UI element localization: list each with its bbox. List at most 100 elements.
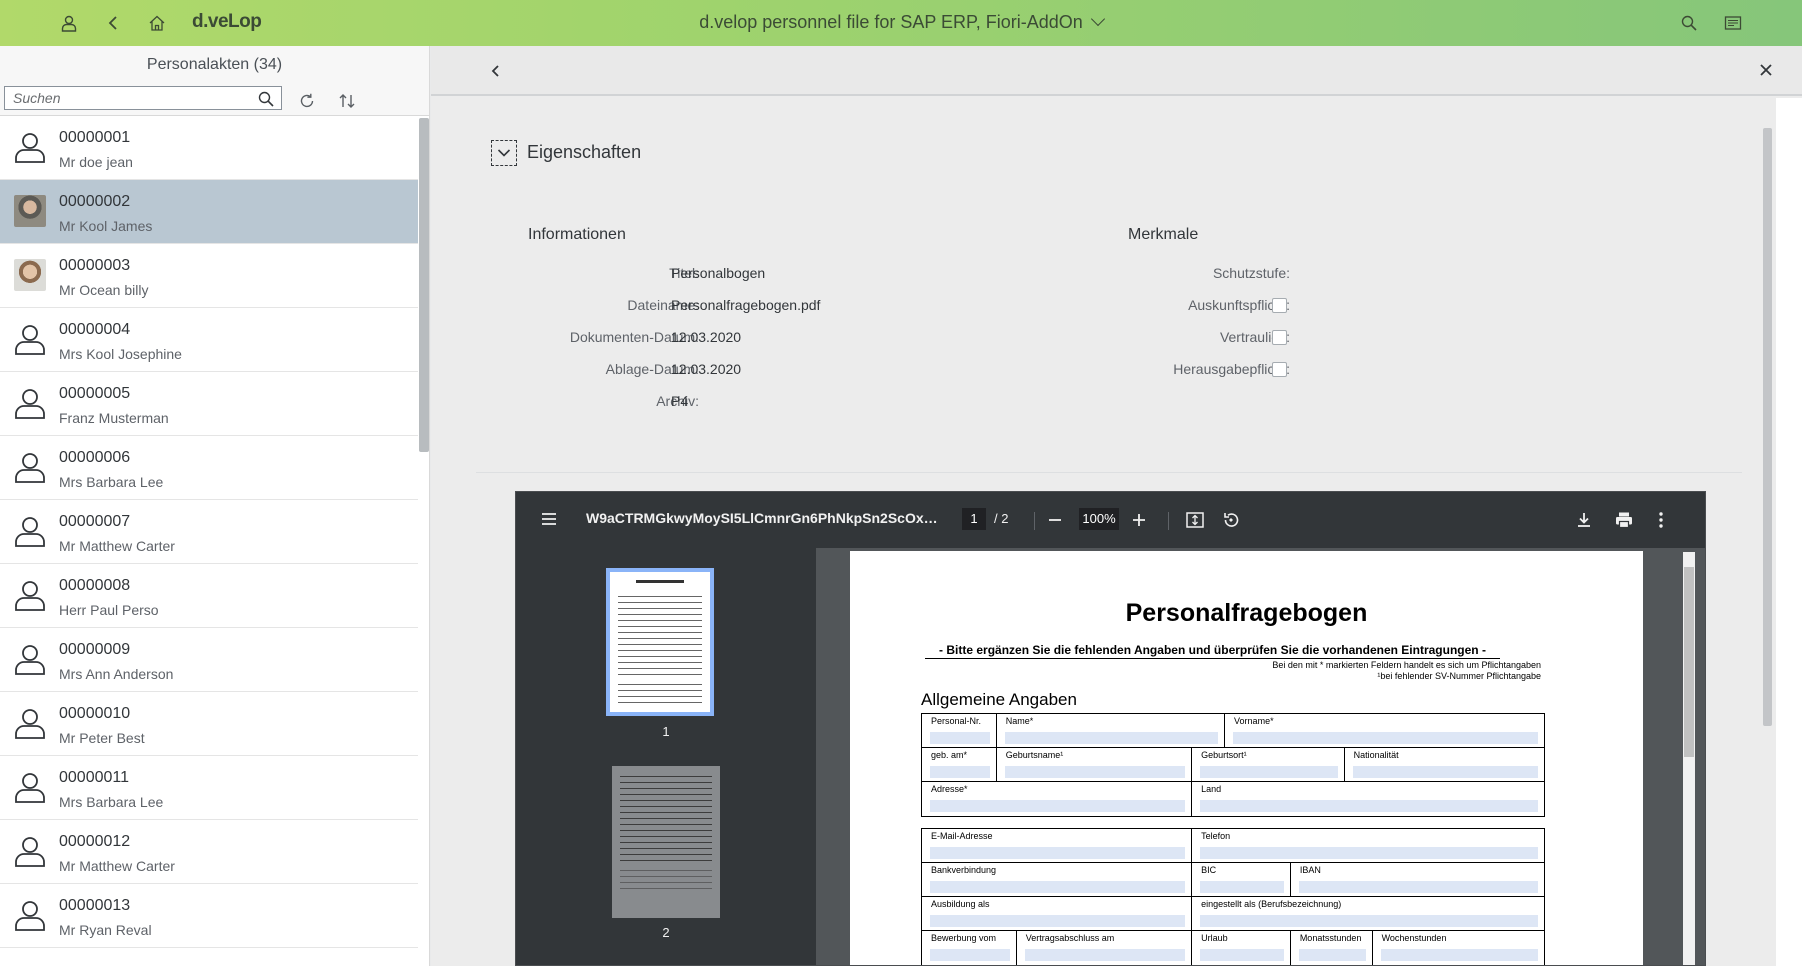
field-value: P4 — [671, 393, 689, 409]
list-item[interactable]: 00000012 Mr Matthew Carter — [0, 820, 418, 884]
item-title: 00000006 — [59, 449, 131, 466]
thumbnail-label: 2 — [662, 925, 670, 940]
list-item[interactable]: 00000011 Mrs Barbara Lee — [0, 756, 418, 820]
page-thumbnail[interactable] — [612, 766, 720, 918]
list-item[interactable]: 00000013 Mr Ryan Reval — [0, 884, 418, 948]
page-thumbnail[interactable] — [606, 568, 714, 716]
pdf-viewer: W9aCTRMGkwyMoySI5LlCmnrGn6PhNkpSn2ScOxoO… — [515, 491, 1706, 966]
form-field-label: BIC — [1192, 863, 1291, 897]
back-icon[interactable] — [101, 11, 125, 35]
item-description: Mrs Barbara Lee — [59, 794, 164, 810]
document-note: ¹bei fehlender SV-Nummer Pflichtangabe — [1377, 671, 1541, 681]
field-value: 12.03.2020 — [671, 329, 742, 345]
list-item[interactable]: 00000008 Herr Paul Perso — [0, 564, 418, 628]
document-subtitle: - Bitte ergänzen Sie die fehlenden Angab… — [925, 643, 1500, 659]
nav-back-icon[interactable] — [486, 61, 506, 81]
list-item[interactable]: 00000003 Mr Ocean billy — [0, 244, 418, 308]
form-row: Adresse* Land — [922, 782, 1544, 816]
item-description: Mr Matthew Carter — [59, 858, 175, 874]
master-panel: Personalakten (34) 00000001Mr doe jean00… — [0, 46, 430, 966]
list-item[interactable]: 00000006 Mrs Barbara Lee — [0, 436, 418, 500]
list-scrollbar[interactable] — [419, 118, 429, 452]
item-description: Mr Peter Best — [59, 730, 145, 746]
expand-toggle-button[interactable] — [491, 140, 517, 166]
form-field-label: Personal-Nr. — [922, 714, 997, 748]
divider — [476, 472, 1742, 473]
form-field-label: Telefon — [1192, 829, 1544, 863]
field-label: Titel: — [669, 265, 699, 281]
zoom-in-icon[interactable] — [1128, 509, 1150, 531]
checkbox[interactable] — [1272, 298, 1287, 313]
form-field-label: Nationalität — [1345, 748, 1544, 782]
list-item[interactable]: 00000005 Franz Musterman — [0, 372, 418, 436]
refresh-icon[interactable] — [295, 89, 319, 113]
item-title: 00000011 — [59, 769, 129, 786]
person-icon — [13, 130, 47, 164]
item-description: Mr Ocean billy — [59, 282, 149, 298]
page-number-input[interactable]: 1 — [962, 508, 986, 530]
chevron-down-icon — [497, 149, 511, 157]
zoom-out-icon[interactable] — [1044, 509, 1066, 531]
item-description: Mrs Ann Anderson — [59, 666, 174, 682]
brand-logo[interactable]: d.veLop — [192, 11, 262, 33]
thumbnail-content — [618, 684, 702, 708]
form-row: E-Mail-Adresse Telefon — [922, 829, 1544, 863]
list-item[interactable]: 00000002 Mr Kool James — [0, 180, 418, 244]
list-item[interactable]: 00000004 Mrs Kool Josephine — [0, 308, 418, 372]
checkbox[interactable] — [1272, 330, 1287, 345]
feature-row: Herausgabepflicht: — [1031, 361, 1631, 381]
list-item[interactable]: 00000010 Mr Peter Best — [0, 692, 418, 756]
thumbnail-content — [620, 776, 712, 866]
fit-page-icon[interactable] — [1184, 509, 1206, 531]
document-note: Bei den mit * markierten Feldern handelt… — [1272, 660, 1541, 670]
checkbox[interactable] — [1272, 362, 1287, 377]
item-title: 00000001 — [59, 129, 131, 146]
person-icon — [13, 706, 47, 740]
page-total: / 2 — [994, 511, 1009, 526]
person-icon — [13, 450, 47, 484]
form-field-label: Geburtsort¹ — [1192, 748, 1345, 782]
sort-icon[interactable] — [335, 89, 359, 113]
chevron-down-icon[interactable] — [1090, 11, 1105, 27]
field-label: Dateiname: — [627, 297, 699, 313]
item-title: 00000002 — [59, 193, 131, 210]
zoom-level-input[interactable]: 100% — [1079, 508, 1119, 530]
download-icon[interactable] — [1573, 509, 1595, 531]
item-description: Mr doe jean — [59, 154, 133, 170]
form-field-label: Bankverbindung — [922, 863, 1193, 897]
form-field-label: eingestellt als (Berufsbezeichnung) — [1192, 897, 1544, 931]
rotate-icon[interactable] — [1220, 509, 1242, 531]
form-field-label: Geburtsname¹ — [997, 748, 1193, 782]
avatar — [13, 194, 47, 228]
form-table: E-Mail-Adresse Telefon Bankverbindung BIC IB… — [921, 828, 1545, 965]
home-icon[interactable] — [145, 11, 169, 35]
list-item[interactable]: 00000001 Mr doe jean — [0, 116, 418, 180]
detail-scroll-track — [1776, 98, 1802, 966]
menu-icon[interactable] — [540, 510, 558, 528]
form-field-label: Bewerbung vom — [922, 931, 1017, 965]
person-icon — [13, 386, 47, 420]
app-title-text[interactable]: d.velop personnel file for SAP ERP, Fior… — [699, 12, 1083, 32]
item-description: Mr Kool James — [59, 218, 153, 234]
search-icon[interactable] — [1677, 11, 1701, 35]
avatar-photo — [14, 195, 46, 227]
user-icon[interactable] — [57, 11, 81, 35]
form-field-label: Ausbildung als — [922, 897, 1193, 931]
notifications-icon[interactable] — [1721, 11, 1745, 35]
item-description: Herr Paul Perso — [59, 602, 159, 618]
person-icon — [13, 834, 47, 868]
thumbnail-content — [618, 596, 702, 680]
detail-scrollbar[interactable] — [1763, 128, 1772, 726]
close-icon[interactable] — [1756, 60, 1776, 80]
list-item[interactable]: 00000007 Mr Matthew Carter — [0, 500, 418, 564]
print-icon[interactable] — [1613, 509, 1635, 531]
form-row: Bankverbindung BIC IBAN — [922, 863, 1544, 897]
list-item[interactable]: 00000009 Mrs Ann Anderson — [0, 628, 418, 692]
field-value: Personalfragebogen.pdf — [671, 297, 821, 313]
more-options-icon[interactable] — [1650, 509, 1672, 531]
pdf-scrollbar[interactable] — [1684, 567, 1694, 757]
form-field-label: Land — [1192, 782, 1544, 816]
search-input[interactable] — [5, 90, 245, 106]
search-icon[interactable] — [257, 90, 275, 108]
item-title: 00000012 — [59, 833, 131, 850]
